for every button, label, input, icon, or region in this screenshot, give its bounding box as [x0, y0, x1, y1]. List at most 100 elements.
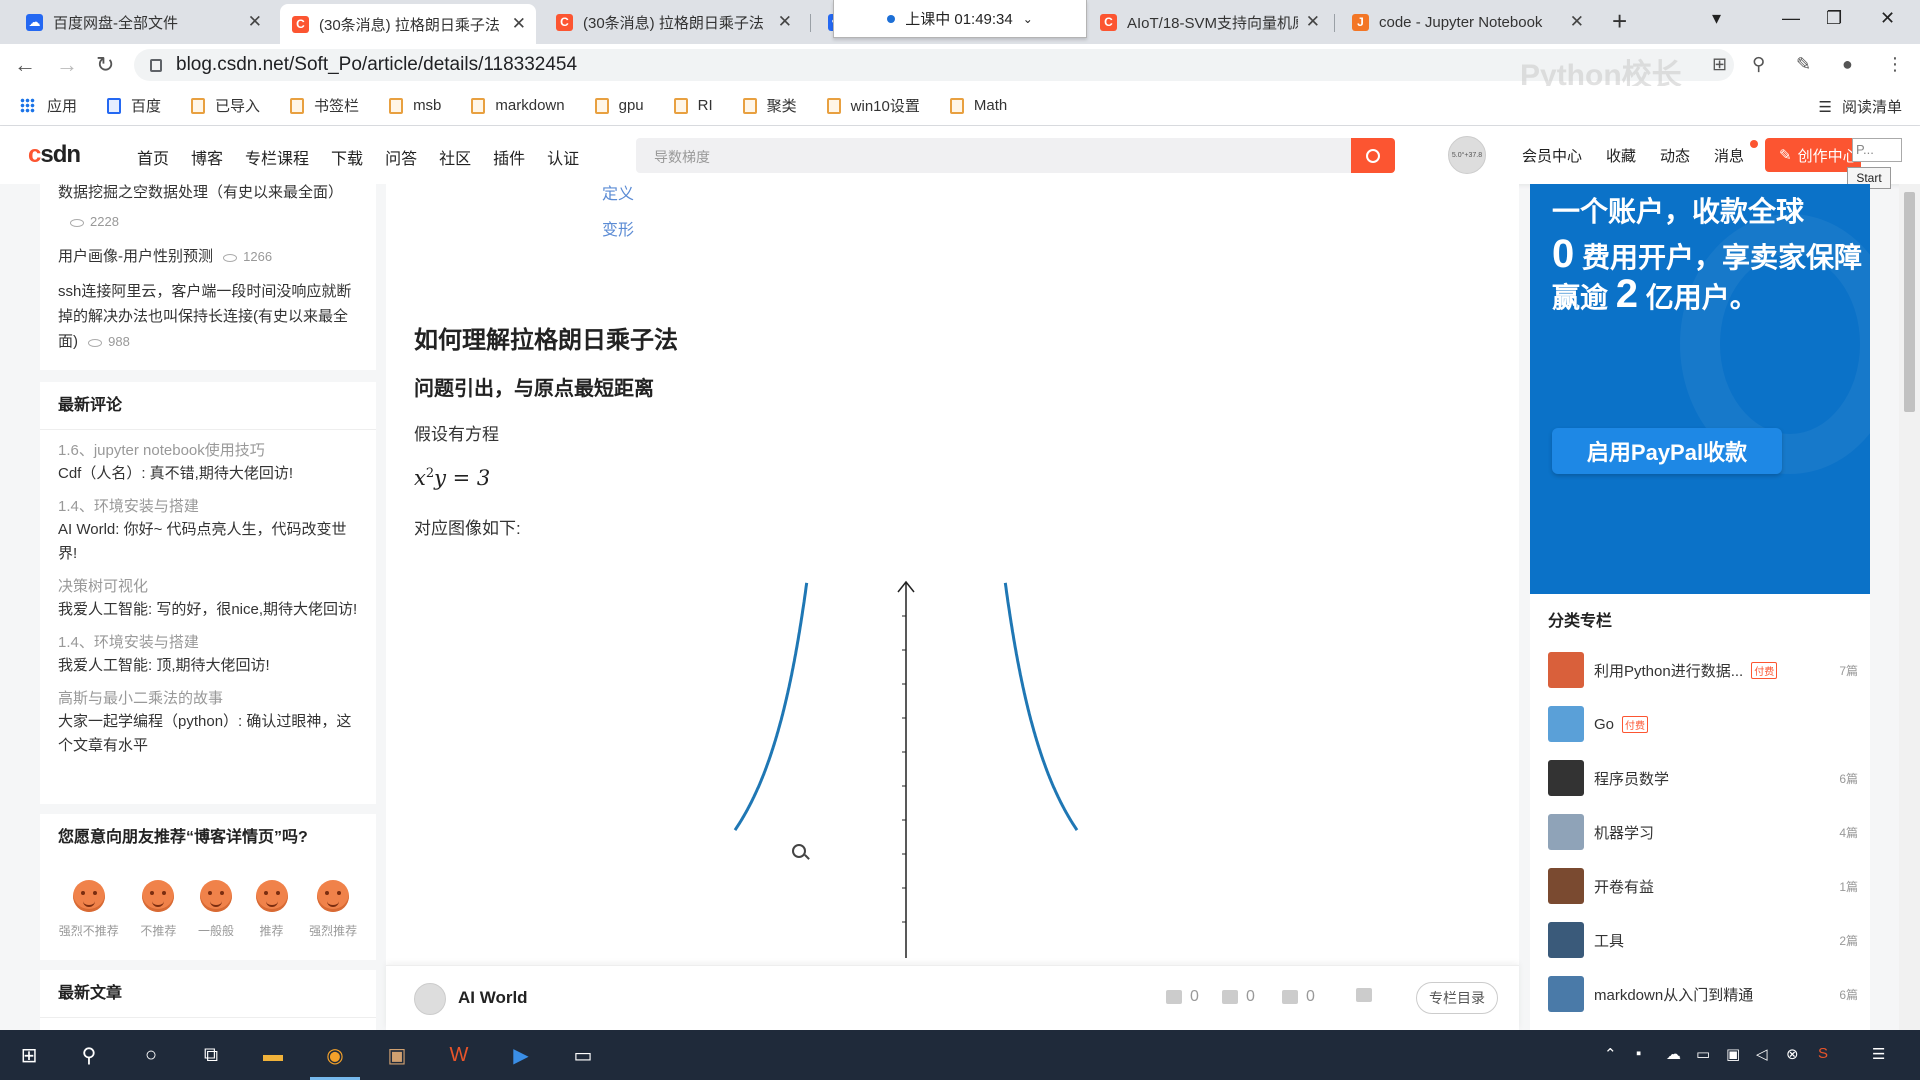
browser-tab[interactable]: J code - Jupyter Notebook ✕: [1340, 0, 1594, 44]
paypal-ad[interactable]: 一个账户，收款全球 0 费用开户，享卖家保障 赢逾 2 亿用户。 启用PayPa…: [1530, 184, 1870, 594]
nav-messages[interactable]: 消息: [1714, 145, 1744, 166]
volume-icon[interactable]: ◁: [1756, 1045, 1768, 1063]
cloud-icon[interactable]: ☁: [1666, 1045, 1681, 1063]
windows-start-icon[interactable]: ⊞: [14, 1040, 44, 1070]
category-item[interactable]: markdown从入门到精通 6篇: [1548, 974, 1858, 1014]
close-icon[interactable]: ✕: [778, 12, 792, 32]
nav-item[interactable]: 专栏课程: [245, 145, 309, 169]
forward-icon[interactable]: →: [56, 52, 78, 78]
zoom-icon[interactable]: ⚲: [1752, 54, 1765, 75]
paypal-button[interactable]: 启用PayPal收款: [1552, 428, 1782, 474]
bookmark-baidu[interactable]: 百度: [107, 95, 161, 116]
class-timer[interactable]: 上课中 01:49:34 ⌄: [833, 0, 1087, 38]
rating-option[interactable]: 一般般: [198, 880, 234, 939]
browser-tab[interactable]: C AIoT/18-SVM支持向量机原 ✕: [1088, 0, 1330, 44]
hot-article[interactable]: ssh连接阿里云，客户端一段时间没响应就断掉的解决办法也叫保持长连接(有史以来最…: [40, 279, 376, 354]
bookmark-folder[interactable]: 聚类: [742, 95, 797, 116]
toc-item[interactable]: 定义: [602, 180, 634, 204]
bookmark-folder[interactable]: 已导入: [191, 95, 260, 116]
author-name[interactable]: AI World: [458, 988, 528, 1008]
page-scrollbar[interactable]: [1899, 184, 1920, 1030]
close-icon[interactable]: ✕: [1306, 12, 1320, 32]
file-explorer-icon[interactable]: ▬: [258, 1040, 288, 1070]
avatar[interactable]: 5.0°+37.8: [1448, 136, 1486, 174]
scrollbar-thumb[interactable]: [1904, 192, 1915, 412]
nav-item[interactable]: 认证: [547, 145, 579, 169]
restore-icon[interactable]: ❐: [1826, 8, 1842, 29]
browser-tab[interactable]: C (30条消息) 拉格朗日乘子法 ✕: [544, 0, 802, 44]
tray-expand-icon[interactable]: ⌃: [1604, 1045, 1617, 1063]
wps-tray-icon[interactable]: S: [1818, 1045, 1828, 1062]
bookmark-folder[interactable]: markdown: [471, 97, 565, 114]
comment-button[interactable]: 0: [1222, 988, 1255, 1006]
category-item[interactable]: 工具 2篇: [1548, 920, 1858, 960]
terminal-icon[interactable]: ▭: [568, 1040, 598, 1070]
category-item[interactable]: Go 付费: [1548, 704, 1858, 744]
rating-option[interactable]: 强烈不推荐: [59, 880, 119, 939]
install-icon[interactable]: ⊞: [1712, 54, 1727, 75]
csdn-logo[interactable]: csdn: [28, 141, 81, 169]
network-icon[interactable]: ▣: [1726, 1045, 1740, 1063]
nav-item[interactable]: 博客: [191, 145, 223, 169]
profile-icon[interactable]: ●: [1842, 54, 1853, 75]
nav-feed[interactable]: 动态: [1660, 145, 1690, 166]
video-app-icon[interactable]: ▶: [506, 1040, 536, 1070]
column-toc-button[interactable]: 专栏目录: [1416, 982, 1498, 1014]
author-avatar[interactable]: [414, 983, 446, 1015]
bookmark-apps[interactable]: 应用: [20, 95, 77, 116]
nav-item[interactable]: 首页: [137, 145, 169, 169]
tray-app-icon[interactable]: ▪: [1636, 1045, 1641, 1062]
bookmark-folder[interactable]: msb: [389, 97, 441, 114]
category-item[interactable]: 利用Python进行数据... 付费 7篇: [1548, 650, 1858, 690]
bookmark-folder[interactable]: 书签栏: [290, 95, 359, 116]
bookmark-folder[interactable]: RI: [673, 97, 713, 114]
browser-tab-active[interactable]: C (30条消息) 拉格朗日乘子法 ✕: [280, 4, 536, 44]
hot-article[interactable]: 用户画像-用户性别预测 1266: [40, 244, 376, 269]
nav-item[interactable]: 问答: [385, 145, 417, 169]
rating-option[interactable]: 推荐: [255, 880, 288, 939]
tab-search-icon[interactable]: ▾: [1712, 8, 1721, 29]
favorite-button[interactable]: 0: [1282, 988, 1315, 1006]
category-item[interactable]: 开卷有益 1篇: [1548, 866, 1858, 906]
nav-item[interactable]: 社区: [439, 145, 471, 169]
bookmark-folder[interactable]: gpu: [594, 97, 644, 114]
rating-option[interactable]: 强烈推荐: [309, 880, 357, 939]
address-bar[interactable]: blog.csdn.net/Soft_Po/article/details/11…: [134, 49, 1734, 81]
rating-option[interactable]: 不推荐: [140, 880, 176, 939]
wps-icon[interactable]: W: [444, 1040, 474, 1070]
ext-popup[interactable]: P...: [1852, 138, 1902, 162]
search-input[interactable]: 导数梯度: [636, 138, 1351, 173]
hot-article[interactable]: 数据挖掘之空数据处理（有史以来最全面） 2228: [40, 180, 376, 234]
close-icon[interactable]: ✕: [1570, 12, 1584, 32]
close-window-icon[interactable]: ✕: [1880, 8, 1895, 29]
nav-favorites[interactable]: 收藏: [1606, 145, 1636, 166]
nav-vip[interactable]: 会员中心: [1522, 145, 1582, 166]
chrome-icon[interactable]: ◉: [310, 1040, 360, 1080]
menu-icon[interactable]: ⋮: [1886, 54, 1904, 75]
close-icon[interactable]: ✕: [512, 14, 526, 34]
tray-close-icon[interactable]: ⊗: [1786, 1045, 1799, 1063]
nav-item[interactable]: 插件: [493, 145, 525, 169]
browser-tab[interactable]: ☁ 百度网盘-全部文件 ✕: [14, 0, 272, 44]
toc-item[interactable]: 变形: [602, 216, 634, 240]
close-icon[interactable]: ✕: [248, 12, 262, 32]
bookmark-folder[interactable]: win10设置: [826, 95, 920, 116]
cortana-icon[interactable]: ○: [136, 1040, 166, 1070]
extension-icon[interactable]: ✎: [1796, 54, 1811, 75]
minimize-icon[interactable]: —: [1782, 8, 1800, 29]
like-button[interactable]: 0: [1166, 988, 1199, 1006]
chevron-down-icon[interactable]: ⌄: [1023, 12, 1033, 26]
battery-icon[interactable]: ▭: [1696, 1045, 1710, 1063]
reload-icon[interactable]: ↻: [96, 52, 114, 78]
search-button[interactable]: [1351, 138, 1395, 173]
task-view-icon[interactable]: ⧉: [196, 1040, 226, 1070]
share-button[interactable]: [1356, 988, 1380, 1002]
bookmark-folder[interactable]: Math: [949, 97, 1007, 114]
new-tab-icon[interactable]: +: [1612, 8, 1627, 34]
nav-item[interactable]: 下载: [331, 145, 363, 169]
category-item[interactable]: 机器学习 4篇: [1548, 812, 1858, 852]
category-item[interactable]: 程序员数学 6篇: [1548, 758, 1858, 798]
search-icon[interactable]: ⚲: [74, 1040, 104, 1070]
app-icon[interactable]: ▣: [382, 1040, 412, 1070]
notification-icon[interactable]: ☰: [1872, 1045, 1885, 1063]
